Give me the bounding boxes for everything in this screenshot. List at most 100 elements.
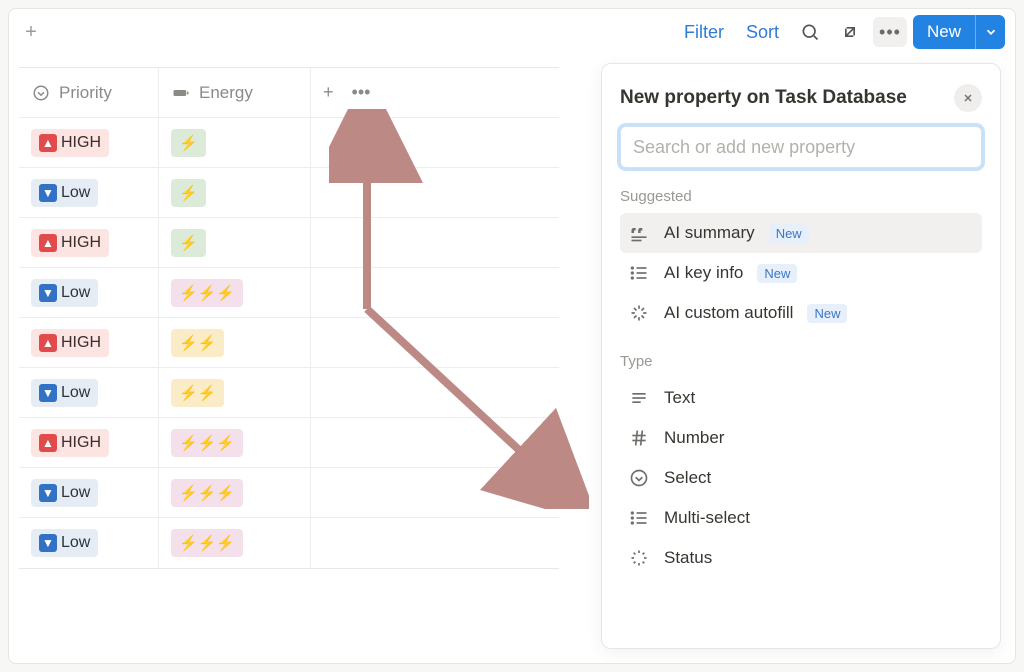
priority-label: Low xyxy=(61,534,90,552)
bolt-icon: ⚡ xyxy=(179,184,198,202)
table-row[interactable]: ▼Low ⚡⚡⚡ xyxy=(19,268,559,318)
priority-label: HIGH xyxy=(61,434,101,452)
bolt-icon: ⚡⚡⚡ xyxy=(179,484,235,502)
menu-item-status[interactable]: Status xyxy=(620,538,982,578)
cell-energy[interactable]: ⚡ xyxy=(159,118,311,167)
siren-icon: ▲ xyxy=(39,234,57,252)
select-icon xyxy=(31,83,51,103)
cell-energy[interactable]: ⚡⚡ xyxy=(159,318,311,367)
column-header-priority[interactable]: Priority xyxy=(19,68,159,117)
property-search-input[interactable] xyxy=(620,126,982,168)
energy-tag: ⚡ xyxy=(171,129,206,157)
list-icon xyxy=(628,507,650,529)
menu-item-multi-select[interactable]: Multi-select xyxy=(620,498,982,538)
menu-item-ai-key-info[interactable]: AI key infoNew xyxy=(620,253,982,293)
table-row[interactable]: ▲HIGH ⚡ xyxy=(19,118,559,168)
energy-tag: ⚡⚡⚡ xyxy=(171,529,243,557)
cell-empty xyxy=(311,218,559,267)
table-row[interactable]: ▲HIGH ⚡⚡ xyxy=(19,318,559,368)
priority-tag: ▼Low xyxy=(31,379,98,407)
expand-button[interactable] xyxy=(833,15,867,49)
chevron-down-icon xyxy=(984,25,998,39)
cell-energy[interactable]: ⚡ xyxy=(159,168,311,217)
cell-empty xyxy=(311,318,559,367)
quote-icon xyxy=(628,222,650,244)
bolt-icon: ⚡ xyxy=(179,234,198,252)
sort-button[interactable]: Sort xyxy=(738,18,787,47)
filter-button[interactable]: Filter xyxy=(676,18,732,47)
priority-tag: ▼Low xyxy=(31,529,98,557)
cell-priority[interactable]: ▲HIGH xyxy=(19,418,159,467)
cell-energy[interactable]: ⚡⚡⚡ xyxy=(159,468,311,517)
cell-empty xyxy=(311,118,559,167)
table-header: Priority Energy + ••• xyxy=(19,68,559,118)
cell-priority[interactable]: ▲HIGH xyxy=(19,118,159,167)
table-row[interactable]: ▼Low ⚡⚡ xyxy=(19,368,559,418)
priority-tag: ▼Low xyxy=(31,279,98,307)
cell-priority[interactable]: ▲HIGH xyxy=(19,218,159,267)
cell-priority[interactable]: ▼Low xyxy=(19,368,159,417)
menu-item-text[interactable]: Text xyxy=(620,378,982,418)
priority-label: Low xyxy=(61,284,90,302)
table: Priority Energy + ••• ▲HIGH⚡▼Low⚡▲HIGH⚡▼… xyxy=(19,67,559,569)
column-header-label: Energy xyxy=(199,83,253,103)
menu-item-ai-summary[interactable]: AI summaryNew xyxy=(620,213,982,253)
battery-icon xyxy=(171,83,191,103)
table-row[interactable]: ▼Low ⚡⚡⚡ xyxy=(19,518,559,568)
add-view-button[interactable]: + xyxy=(19,20,43,44)
cell-energy[interactable]: ⚡⚡⚡ xyxy=(159,518,311,568)
more-button[interactable]: ••• xyxy=(873,17,907,47)
expand-icon xyxy=(840,22,860,42)
text-icon xyxy=(628,387,650,409)
menu-item-ai-custom-autofill[interactable]: AI custom autofillNew xyxy=(620,293,982,333)
new-button[interactable]: New xyxy=(913,15,1005,49)
cell-energy[interactable]: ⚡ xyxy=(159,218,311,267)
add-column-button[interactable]: + xyxy=(323,82,334,103)
cell-empty xyxy=(311,368,559,417)
priority-label: Low xyxy=(61,184,90,202)
new-button-dropdown[interactable] xyxy=(975,15,1005,49)
energy-tag: ⚡⚡ xyxy=(171,379,224,407)
bolt-icon: ⚡⚡ xyxy=(179,384,216,402)
cell-priority[interactable]: ▼Low xyxy=(19,518,159,568)
bolt-icon: ⚡ xyxy=(179,134,198,152)
column-header-add: + ••• xyxy=(311,68,559,117)
priority-tag: ▲HIGH xyxy=(31,129,109,157)
arrow-down-icon: ▼ xyxy=(39,534,57,552)
menu-item-select[interactable]: Select xyxy=(620,458,982,498)
cell-energy[interactable]: ⚡⚡⚡ xyxy=(159,418,311,467)
bolt-icon: ⚡⚡⚡ xyxy=(179,534,235,552)
section-label-suggested: Suggested xyxy=(620,188,982,205)
cell-priority[interactable]: ▼Low xyxy=(19,168,159,217)
table-row[interactable]: ▼Low ⚡ xyxy=(19,168,559,218)
cell-priority[interactable]: ▲HIGH xyxy=(19,318,159,367)
cell-energy[interactable]: ⚡⚡ xyxy=(159,368,311,417)
bolt-icon: ⚡⚡ xyxy=(179,334,216,352)
energy-tag: ⚡⚡⚡ xyxy=(171,279,243,307)
energy-tag: ⚡⚡ xyxy=(171,329,224,357)
bolt-icon: ⚡⚡⚡ xyxy=(179,434,235,452)
close-button[interactable] xyxy=(954,84,982,112)
table-row[interactable]: ▲HIGH ⚡ xyxy=(19,218,559,268)
cell-priority[interactable]: ▼Low xyxy=(19,468,159,517)
menu-item-label: Multi-select xyxy=(664,508,750,528)
cell-empty xyxy=(311,418,559,467)
table-row[interactable]: ▲HIGH ⚡⚡⚡ xyxy=(19,418,559,468)
arrow-down-icon: ▼ xyxy=(39,184,57,202)
arrow-down-icon: ▼ xyxy=(39,484,57,502)
energy-tag: ⚡ xyxy=(171,179,206,207)
energy-tag: ⚡ xyxy=(171,229,206,257)
cell-priority[interactable]: ▼Low xyxy=(19,268,159,317)
cell-empty xyxy=(311,518,559,568)
arrow-down-icon: ▼ xyxy=(39,384,57,402)
search-button[interactable] xyxy=(793,15,827,49)
table-row[interactable]: ▼Low ⚡⚡⚡ xyxy=(19,468,559,518)
priority-label: Low xyxy=(61,484,90,502)
priority-label: HIGH xyxy=(61,334,101,352)
column-more-button[interactable]: ••• xyxy=(352,82,371,103)
menu-item-number[interactable]: Number xyxy=(620,418,982,458)
priority-label: Low xyxy=(61,384,90,402)
column-header-energy[interactable]: Energy xyxy=(159,68,311,117)
cell-energy[interactable]: ⚡⚡⚡ xyxy=(159,268,311,317)
select-icon xyxy=(628,467,650,489)
